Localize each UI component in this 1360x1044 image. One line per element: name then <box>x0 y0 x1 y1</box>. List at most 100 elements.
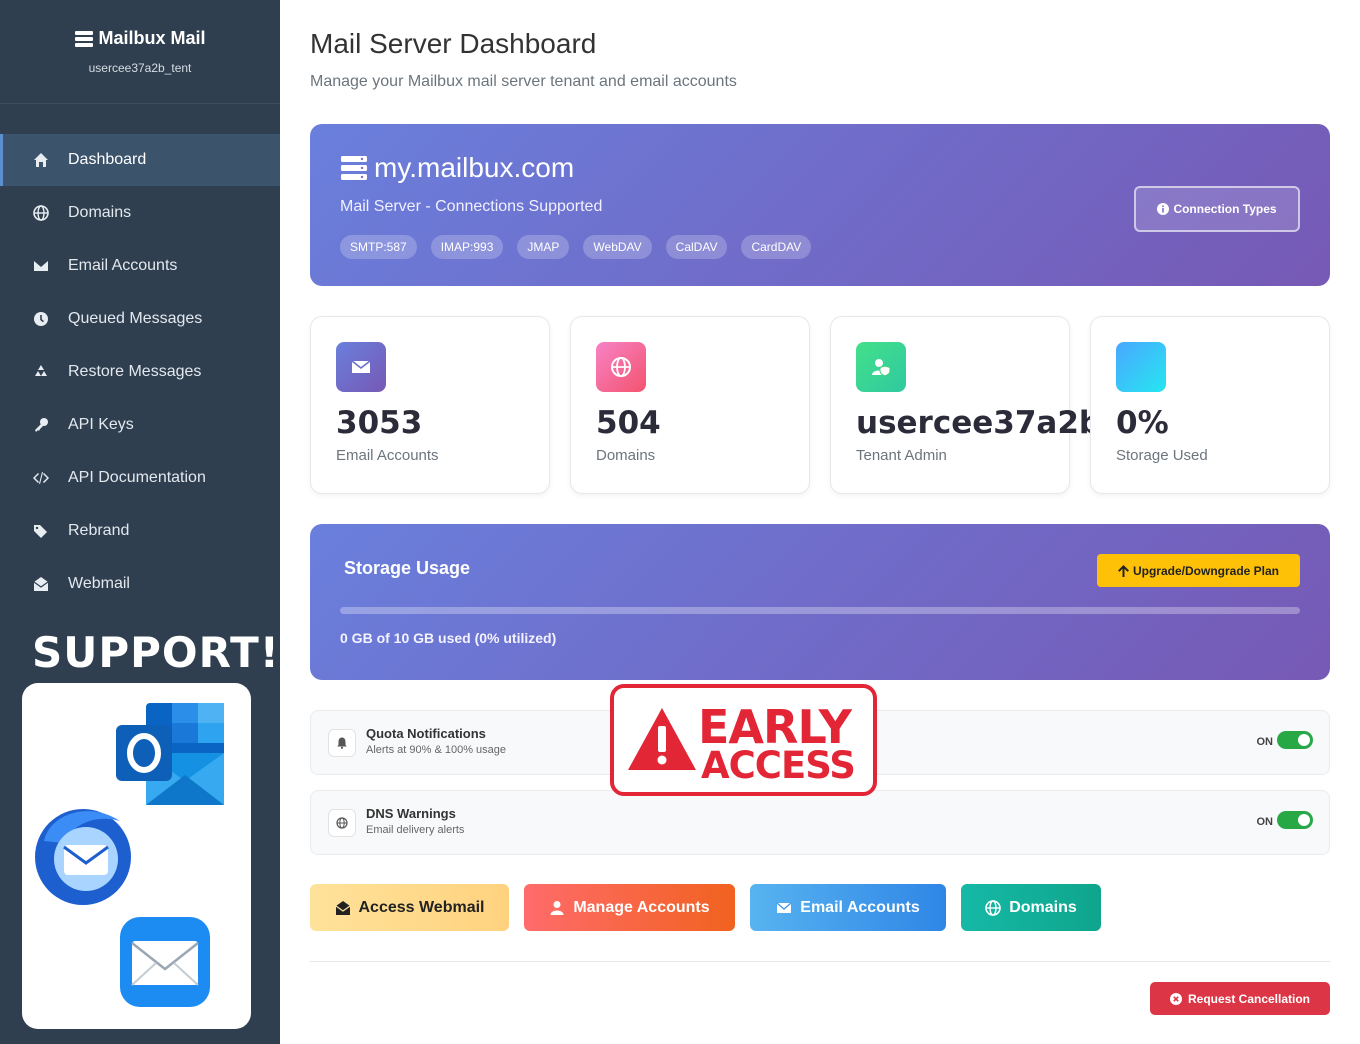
mail-clients-card <box>22 683 251 1029</box>
envelope-open-icon <box>335 900 350 915</box>
email-accounts-label: Email Accounts <box>800 898 920 916</box>
early-access-badge: EARLY ACCESS <box>610 684 877 796</box>
stat-card-tenant-admin: usercee37a2b Tenant Admin <box>830 316 1101 494</box>
stat-value: 504 <box>596 405 661 441</box>
globe-icon <box>985 899 1002 916</box>
sidebar-nav: Dashboard Domains Email Accounts Queued … <box>0 134 280 610</box>
code-icon <box>32 469 50 487</box>
globe-icon <box>32 204 50 222</box>
protocol-badge: SMTP:587 <box>340 235 417 259</box>
database-icon <box>1116 342 1166 392</box>
user-icon <box>550 900 564 915</box>
sidebar-item-queued-messages[interactable]: Queued Messages <box>0 292 280 345</box>
globe-icon <box>328 809 356 837</box>
server-hostname-text: my.mailbux.com <box>374 152 575 183</box>
server-icon <box>75 30 94 47</box>
dns-warnings-row: DNS Warnings Email delivery alerts ON <box>310 790 1330 855</box>
envelope-icon <box>336 342 386 392</box>
envelope-open-icon <box>32 575 50 593</box>
warning-icon <box>628 708 696 770</box>
domains-button[interactable]: Domains <box>961 884 1101 931</box>
domains-label: Domains <box>1009 898 1077 916</box>
notification-title: Quota Notifications <box>366 726 486 741</box>
manage-accounts-button[interactable]: Manage Accounts <box>524 884 735 931</box>
request-cancellation-label: Request Cancellation <box>1187 991 1311 1006</box>
server-hostname: my.mailbux.com <box>340 152 574 184</box>
connection-types-button[interactable]: Connection Types <box>1134 186 1300 232</box>
sidebar-item-api-documentation[interactable]: API Documentation <box>0 451 280 504</box>
request-cancellation-button[interactable]: Request Cancellation <box>1150 982 1330 1015</box>
manage-accounts-label: Manage Accounts <box>573 898 710 916</box>
stat-value: 0% <box>1116 405 1169 441</box>
brand: Mailbux Mail usercee37a2b_tent <box>0 0 280 104</box>
recycle-icon <box>32 363 50 381</box>
storage-title: Storage Usage <box>344 558 471 578</box>
early-access-line2: ACCESS <box>701 744 856 787</box>
user-shield-icon <box>856 342 906 392</box>
sidebar-item-label: Rebrand <box>68 521 130 539</box>
sidebar-item-webmail[interactable]: Webmail <box>0 557 280 610</box>
globe-icon <box>596 342 646 392</box>
home-icon <box>32 151 50 169</box>
stat-label: Tenant Admin <box>856 447 947 464</box>
arrow-up-icon <box>1117 564 1129 577</box>
sidebar-item-label: Restore Messages <box>68 362 202 380</box>
sidebar-item-label: Dashboard <box>68 151 147 168</box>
bell-icon <box>328 729 356 757</box>
stat-value: usercee37a2b <box>856 405 1102 441</box>
quick-actions: Access Webmail Manage Accounts Email Acc… <box>310 884 1101 931</box>
sidebar: Mailbux Mail usercee37a2b_tent Dashboard… <box>0 0 280 1044</box>
brand-title-text: Mailbux Mail <box>98 28 206 48</box>
sidebar-item-label: Domains <box>68 203 132 221</box>
page-title: Mail Server Dashboard <box>310 28 597 59</box>
sidebar-item-rebrand[interactable]: Rebrand <box>0 504 280 557</box>
upgrade-plan-label: Upgrade/Downgrade Plan <box>1132 563 1280 578</box>
server-icon <box>341 156 367 180</box>
sidebar-item-restore-messages[interactable]: Restore Messages <box>0 345 280 398</box>
sidebar-item-dashboard[interactable]: Dashboard <box>0 134 280 186</box>
email-accounts-button[interactable]: Email Accounts <box>750 884 946 931</box>
protocol-badge: JMAP <box>517 235 570 259</box>
access-webmail-label: Access Webmail <box>358 898 485 916</box>
storage-progress-bar <box>340 607 1300 614</box>
sidebar-item-domains[interactable]: Domains <box>0 186 280 239</box>
connection-types-label: Connection Types <box>1173 202 1277 216</box>
stats-row: 3053 Email Accounts 504 Domains usercee3… <box>310 316 1330 494</box>
clock-icon <box>32 310 50 328</box>
storage-summary: 0 GB of 10 GB used (0% utilized) <box>340 630 557 646</box>
stat-label: Domains <box>596 447 656 464</box>
storage-usage-card: Storage Usage Upgrade/Downgrade Plan 0 G… <box>310 524 1330 680</box>
upgrade-plan-button[interactable]: Upgrade/Downgrade Plan <box>1097 554 1300 587</box>
stat-label: Storage Used <box>1116 447 1208 464</box>
outlook-logo <box>116 703 224 805</box>
notification-subtitle: Alerts at 90% & 100% usage <box>366 744 507 756</box>
envelope-icon <box>32 257 50 275</box>
server-subtitle: Mail Server - Connections Supported <box>340 198 603 215</box>
sidebar-item-label: Webmail <box>68 574 130 592</box>
quota-notifications-toggle[interactable] <box>1277 731 1313 749</box>
brand-title[interactable]: Mailbux Mail <box>74 28 206 49</box>
apple-mail-logo <box>120 917 210 1007</box>
sidebar-item-api-keys[interactable]: API Keys <box>0 398 280 451</box>
sidebar-item-label: Queued Messages <box>68 309 203 327</box>
info-icon <box>1157 203 1170 215</box>
sidebar-item-email-accounts[interactable]: Email Accounts <box>0 239 280 292</box>
server-card: my.mailbux.com Mail Server - Connections… <box>310 124 1330 286</box>
page-subtitle: Manage your Mailbux mail server tenant a… <box>310 73 737 90</box>
support-heading: SUPPORT! <box>32 628 280 677</box>
toggle-state-label: ON <box>1256 736 1274 748</box>
access-webmail-button[interactable]: Access Webmail <box>310 884 509 931</box>
thunderbird-logo <box>35 809 131 905</box>
protocol-badge: IMAP:993 <box>430 235 504 259</box>
stat-card-storage-used: 0% Storage Used <box>1090 316 1330 494</box>
stat-card-email-accounts: 3053 Email Accounts <box>310 316 550 494</box>
stat-label: Email Accounts <box>336 447 439 464</box>
protocol-badge: CardDAV <box>741 235 812 259</box>
toggle-state-label: ON <box>1256 816 1274 828</box>
protocol-list: SMTP:587 IMAP:993 JMAP WebDAV CalDAV Car… <box>340 235 812 259</box>
protocol-badge: WebDAV <box>583 235 652 259</box>
dns-warnings-toggle[interactable] <box>1277 811 1313 829</box>
key-icon <box>32 416 50 434</box>
tags-icon <box>32 522 50 540</box>
times-circle-icon <box>1169 992 1182 1005</box>
